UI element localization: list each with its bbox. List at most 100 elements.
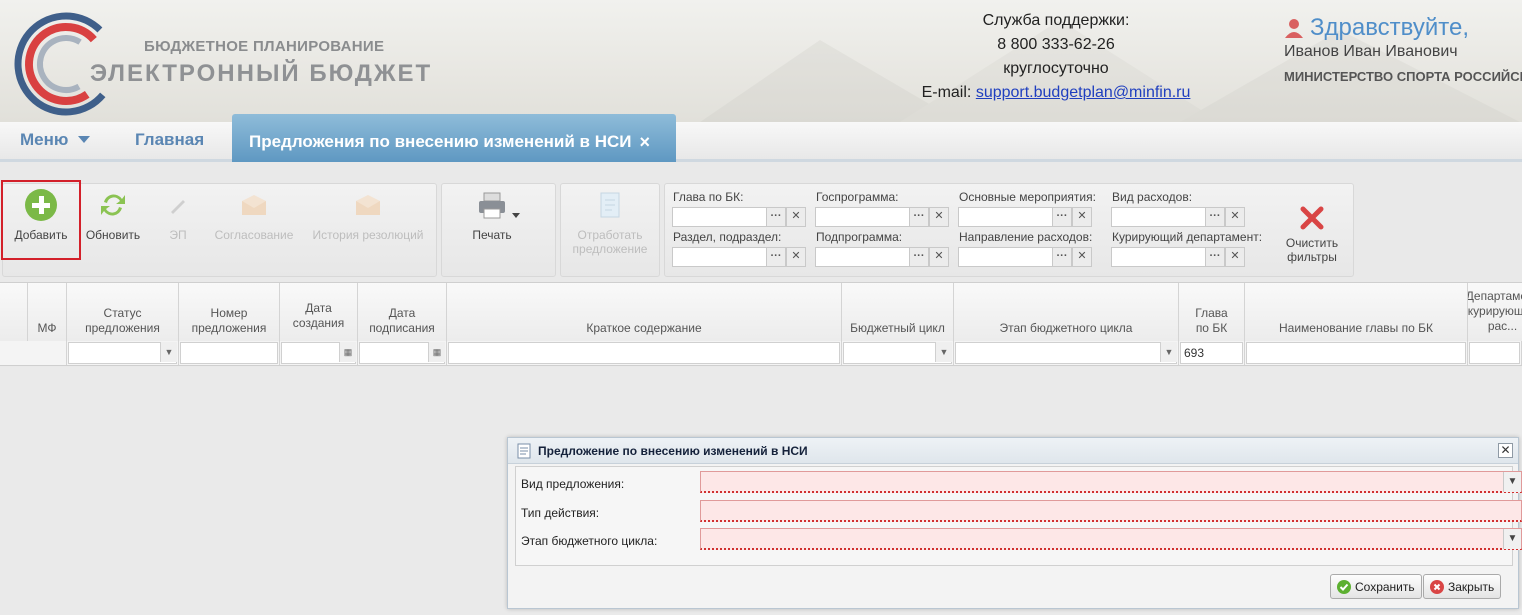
support-title: Служба поддержки:	[982, 12, 1130, 29]
clear-icon[interactable]: ✕	[1072, 247, 1092, 267]
column-header[interactable]: Дата создания	[280, 283, 358, 341]
column-header[interactable]: Этап бюджетного цикла	[954, 283, 1179, 341]
document-icon	[517, 443, 531, 458]
column-header[interactable]: Статус предложения	[67, 283, 179, 341]
document-icon	[593, 188, 627, 222]
department-filter[interactable]	[1468, 341, 1522, 365]
support-block: Служба поддержки: 8 800 333-62-26 кругло…	[900, 9, 1212, 105]
resolution-history-button[interactable]: История резолюций	[306, 188, 430, 242]
chapter-name-filter[interactable]	[1245, 341, 1468, 365]
filter-department-field[interactable]: ··· ✕	[1111, 247, 1245, 267]
ellipsis-icon[interactable]: ···	[766, 247, 786, 267]
column-header[interactable]: Бюджетный цикл	[842, 283, 954, 341]
signed-date-filter[interactable]: ▦	[358, 341, 447, 365]
filter-program-field[interactable]: ··· ✕	[815, 207, 949, 227]
user-name: Иванов Иван Иванович	[1284, 43, 1458, 60]
chevron-down-icon[interactable]: ▼	[1503, 529, 1521, 549]
ellipsis-icon[interactable]: ···	[1205, 247, 1225, 267]
clear-icon[interactable]: ✕	[1072, 207, 1092, 227]
status-filter[interactable]: ▼	[67, 341, 179, 365]
signature-button[interactable]: ЭП	[160, 188, 196, 242]
column-header[interactable]: Дата подписания	[358, 283, 447, 341]
filter-main-events-field[interactable]: ··· ✕	[958, 207, 1092, 227]
proposal-type-select[interactable]: ▼	[700, 471, 1522, 493]
close-dialog-label: Закрыть	[1448, 579, 1495, 594]
chevron-down-icon[interactable]: ▼	[935, 342, 952, 362]
cycle-stage-select[interactable]: ▼	[700, 528, 1522, 550]
tab-nsi-proposals[interactable]: Предложения по внесению изменений в НСИ …	[232, 114, 676, 162]
email-label: E-mail:	[921, 84, 972, 101]
filter-section-field[interactable]: ··· ✕	[672, 247, 806, 267]
chevron-down-icon[interactable]: ▼	[1160, 342, 1177, 362]
filter-main-events-label: Основные мероприятия:	[959, 190, 1096, 204]
envelope-icon	[237, 188, 271, 222]
support-email-link[interactable]: support.budgetplan@minfin.ru	[976, 84, 1191, 101]
ellipsis-icon[interactable]: ···	[909, 207, 929, 227]
proposal-dialog: Предложение по внесению изменений в НСИ …	[507, 437, 1522, 609]
ellipsis-icon[interactable]: ···	[1205, 207, 1225, 227]
clear-filters-label-2: фильтры	[1287, 250, 1337, 264]
app-header: БЮДЖЕТНОЕ ПЛАНИРОВАНИЕ ЭЛЕКТРОННЫЙ БЮДЖЕ…	[0, 0, 1522, 122]
ellipsis-icon[interactable]: ···	[766, 207, 786, 227]
number-filter[interactable]	[179, 341, 280, 365]
clear-icon[interactable]: ✕	[786, 207, 806, 227]
column-header[interactable]: Глава по БК	[1179, 283, 1245, 341]
ellipsis-icon[interactable]: ···	[1052, 247, 1072, 267]
close-icon[interactable]: ✕	[1498, 443, 1513, 458]
clear-icon[interactable]: ✕	[929, 207, 949, 227]
close-dialog-button[interactable]: Закрыть	[1423, 574, 1502, 599]
grid-filter-cell	[0, 341, 67, 365]
filter-expense-type-field[interactable]: ··· ✕	[1111, 207, 1245, 227]
clear-icon[interactable]: ✕	[786, 247, 806, 267]
summary-filter[interactable]	[447, 341, 842, 365]
chapter-filter-value[interactable]: 693	[1180, 342, 1243, 364]
column-header[interactable]: Департамент курирующий рас...	[1468, 283, 1522, 341]
grid-checkbox-column	[0, 283, 28, 341]
filter-subprogram-field[interactable]: ··· ✕	[815, 247, 949, 267]
filter-chapter-field[interactable]: ··· ✕	[672, 207, 806, 227]
chevron-down-icon[interactable]	[512, 213, 520, 219]
support-email-row: E-mail: support.budgetplan@minfin.ru	[900, 81, 1212, 105]
clear-icon[interactable]: ✕	[929, 247, 949, 267]
close-icon[interactable]: ×	[640, 132, 651, 153]
chevron-down-icon	[78, 136, 91, 143]
brand-subtitle: БЮДЖЕТНОЕ ПЛАНИРОВАНИЕ	[144, 38, 385, 55]
refresh-button[interactable]: Обновить	[82, 188, 144, 242]
chapter-filter[interactable]: 693	[1179, 341, 1245, 365]
budget-cycle-filter[interactable]: ▼	[842, 341, 954, 365]
filter-expense-direction-field[interactable]: ··· ✕	[958, 247, 1092, 267]
column-header[interactable]: Краткое содержание	[447, 283, 842, 341]
action-type-label: Тип действия:	[521, 506, 600, 520]
calendar-icon[interactable]: ▦	[428, 342, 445, 362]
ellipsis-icon[interactable]: ···	[1052, 207, 1072, 227]
tab-menu-label: Меню	[20, 130, 69, 149]
print-button[interactable]: Печать	[452, 188, 532, 242]
ellipsis-icon[interactable]: ···	[909, 247, 929, 267]
chevron-down-icon[interactable]: ▼	[160, 342, 177, 362]
cycle-stage-label: Этап бюджетного цикла:	[521, 534, 658, 548]
save-button[interactable]: Сохранить	[1330, 574, 1422, 599]
check-icon	[1337, 579, 1351, 594]
process-proposal-button[interactable]: Отработать предложение	[564, 188, 656, 256]
action-type-input[interactable]	[700, 500, 1522, 522]
signature-button-label: ЭП	[169, 228, 187, 242]
calendar-icon[interactable]: ▦	[339, 342, 356, 362]
greeting: Здравствуйте,	[1284, 14, 1522, 42]
process-proposal-label-1: Отработать	[577, 228, 643, 242]
filter-subprogram-label: Подпрограмма:	[816, 230, 903, 244]
column-header[interactable]: Наименование главы по БК	[1245, 283, 1468, 341]
column-header[interactable]: МФ	[28, 283, 67, 341]
created-date-filter[interactable]: ▦	[280, 341, 358, 365]
clear-icon[interactable]: ✕	[1225, 247, 1245, 267]
clear-filters-button[interactable]: Очистить фильтры	[1277, 204, 1347, 264]
cycle-stage-filter[interactable]: ▼	[954, 341, 1179, 365]
approval-button[interactable]: Согласование	[212, 188, 296, 242]
column-header[interactable]: Номер предложения	[179, 283, 280, 341]
chevron-down-icon[interactable]: ▼	[1503, 472, 1521, 492]
refresh-button-label: Обновить	[85, 228, 141, 242]
tab-home[interactable]: Главная	[135, 130, 204, 150]
tab-menu[interactable]: Меню	[20, 130, 91, 150]
approval-button-label: Согласование	[214, 228, 294, 242]
filter-chapter-label: Глава по БК:	[673, 190, 744, 204]
clear-icon[interactable]: ✕	[1225, 207, 1245, 227]
